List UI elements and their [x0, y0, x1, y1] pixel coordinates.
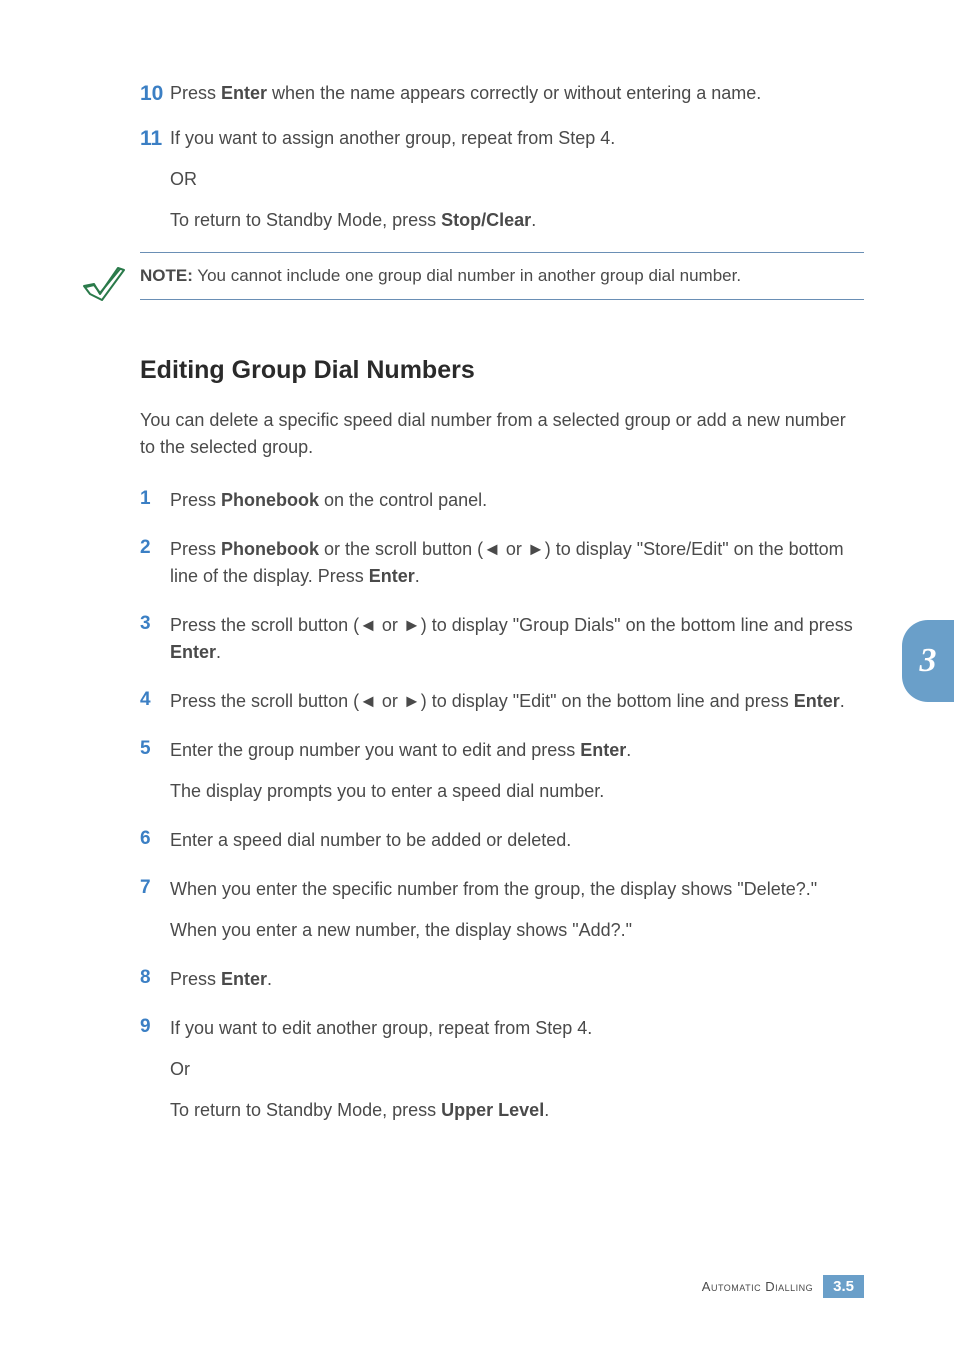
chapter-number: 3 [920, 642, 937, 680]
step-item: 10Press Enter when the name appears corr… [140, 80, 864, 107]
step-text: If you want to edit another group, repea… [170, 1015, 864, 1124]
step-item: 7When you enter the specific number from… [140, 876, 864, 944]
step-item: 1Press Phonebook on the control panel. [140, 487, 864, 514]
page-footer: Automatic Dialling 3.5 [702, 1275, 864, 1298]
note-text: You cannot include one group dial number… [193, 266, 741, 285]
step-text: When you enter the specific number from … [170, 876, 864, 944]
step-number: 2 [140, 536, 170, 561]
step-paragraph: Press the scroll button (◄ or ►) to disp… [170, 688, 864, 715]
steps-top: 10Press Enter when the name appears corr… [140, 80, 864, 234]
step-number: 11 [140, 125, 170, 152]
step-number: 1 [140, 487, 170, 512]
step-paragraph: Press the scroll button (◄ or ►) to disp… [170, 612, 864, 666]
step-paragraph: Or [170, 1056, 864, 1083]
footer-section: Automatic Dialling [702, 1279, 813, 1294]
step-paragraph: Press Enter. [170, 966, 864, 993]
step-text: Enter a speed dial number to be added or… [170, 827, 864, 854]
steps-main: 1Press Phonebook on the control panel.2P… [140, 487, 864, 1124]
step-item: 5Enter the group number you want to edit… [140, 737, 864, 805]
chapter-tab: 3 [902, 620, 954, 702]
page-content: 10Press Enter when the name appears corr… [0, 0, 954, 1346]
step-text: Press Phonebook or the scroll button (◄ … [170, 536, 864, 590]
step-item: 8Press Enter. [140, 966, 864, 993]
step-item: 11If you want to assign another group, r… [140, 125, 864, 234]
step-number: 6 [140, 827, 170, 852]
step-paragraph: To return to Standby Mode, press Upper L… [170, 1097, 864, 1124]
step-paragraph: To return to Standby Mode, press Stop/Cl… [170, 207, 864, 234]
step-paragraph: The display prompts you to enter a speed… [170, 778, 864, 805]
intro-text: You can delete a specific speed dial num… [140, 407, 864, 461]
step-item: 6Enter a speed dial number to be added o… [140, 827, 864, 854]
step-number: 7 [140, 876, 170, 901]
step-paragraph: When you enter the specific number from … [170, 876, 864, 903]
step-paragraph: If you want to edit another group, repea… [170, 1015, 864, 1042]
step-paragraph: Press Phonebook or the scroll button (◄ … [170, 536, 864, 590]
step-number: 3 [140, 612, 170, 637]
step-paragraph: Enter a speed dial number to be added or… [170, 827, 864, 854]
step-text: Press Phonebook on the control panel. [170, 487, 864, 514]
step-number: 9 [140, 1015, 170, 1040]
step-number: 5 [140, 737, 170, 762]
step-text: If you want to assign another group, rep… [170, 125, 864, 234]
step-paragraph: Enter the group number you want to edit … [170, 737, 864, 764]
step-paragraph: Press Enter when the name appears correc… [170, 80, 864, 107]
step-text: Press the scroll button (◄ or ►) to disp… [170, 688, 864, 715]
footer-page-number: 3.5 [823, 1275, 864, 1298]
step-number: 4 [140, 688, 170, 713]
step-number: 10 [140, 80, 170, 107]
step-paragraph: OR [170, 166, 864, 193]
step-item: 9 If you want to edit another group, rep… [140, 1015, 864, 1124]
note-content: NOTE: You cannot include one group dial … [140, 252, 864, 300]
step-item: 3Press the scroll button (◄ or ►) to dis… [140, 612, 864, 666]
step-paragraph: Press Phonebook on the control panel. [170, 487, 864, 514]
step-text: Press Enter when the name appears correc… [170, 80, 864, 107]
note-box: NOTE: You cannot include one group dial … [80, 252, 864, 306]
step-item: 4Press the scroll button (◄ or ►) to dis… [140, 688, 864, 715]
step-paragraph: When you enter a new number, the display… [170, 917, 864, 944]
step-text: Press the scroll button (◄ or ►) to disp… [170, 612, 864, 666]
step-text: Press Enter. [170, 966, 864, 993]
section-heading: Editing Group Dial Numbers [140, 356, 864, 385]
step-text: Enter the group number you want to edit … [170, 737, 864, 805]
step-number: 8 [140, 966, 170, 991]
note-label: NOTE: [140, 266, 193, 285]
step-item: 2Press Phonebook or the scroll button (◄… [140, 536, 864, 590]
checkmark-icon [80, 258, 128, 306]
step-paragraph: If you want to assign another group, rep… [170, 125, 864, 152]
